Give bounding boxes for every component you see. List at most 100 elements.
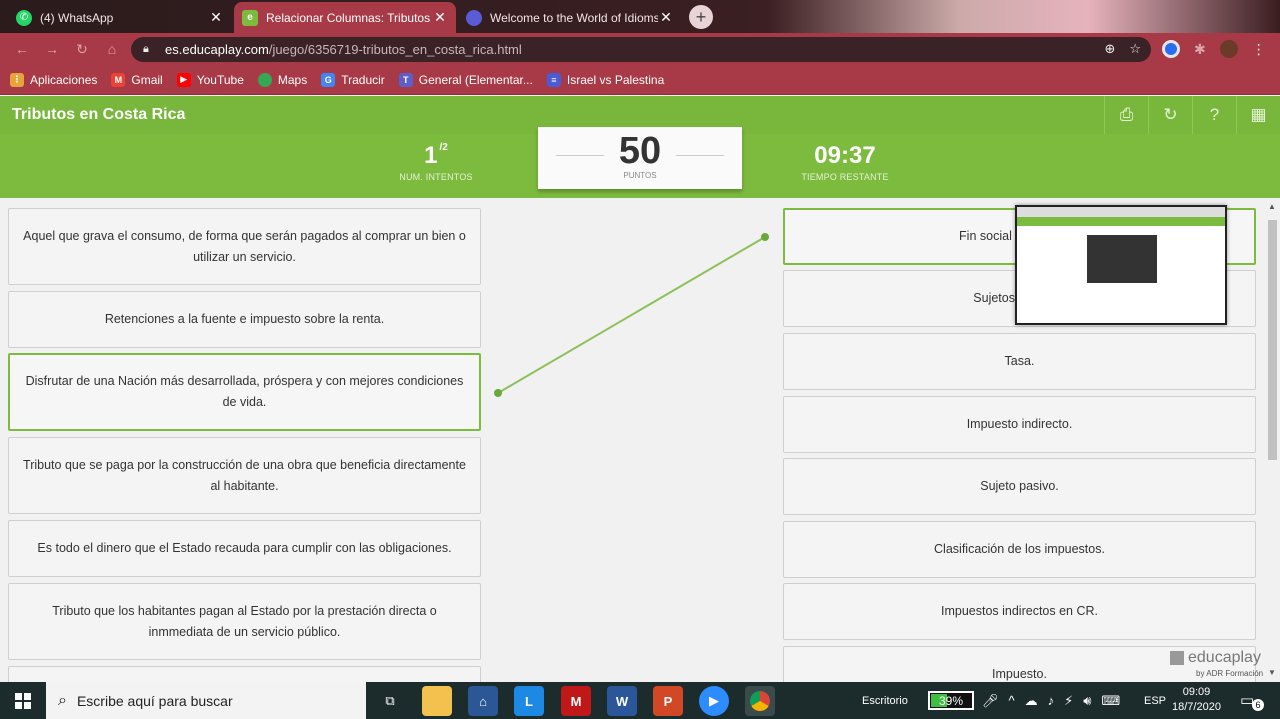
score-value: 50 [618, 130, 662, 172]
chevron-up-icon[interactable]: ^ [1009, 693, 1015, 708]
bookmark-label: YouTube [196, 72, 244, 87]
forms-icon: ≡ [546, 72, 561, 87]
attempts-counter: 1/2 NUM. INTENTOS [396, 142, 476, 182]
scroll-up-icon[interactable]: ▲ [1268, 202, 1276, 211]
screenshot-preview[interactable] [1015, 205, 1227, 325]
microphone-icon[interactable]: ♪ [1048, 693, 1055, 708]
new-tab-button[interactable]: + [689, 5, 713, 29]
print-icon[interactable]: ⎙ [1104, 96, 1148, 134]
educaplay-logo-icon [1170, 650, 1184, 665]
brand-name: educaplay [1188, 649, 1261, 666]
divider [676, 155, 724, 156]
task-view-icon[interactable]: ⧉ [375, 686, 405, 716]
restart-icon[interactable]: ↻ [1148, 96, 1192, 134]
clock-date: 18/7/2020 [1172, 701, 1221, 713]
bookmark-label: General (Elementar... [418, 72, 533, 87]
right-item[interactable]: Impuestos indirectos en CR. [783, 583, 1256, 640]
network-icon[interactable]: ☁ [1025, 693, 1038, 709]
tab-educaplay[interactable]: e Relacionar Columnas: Tributos en ✕ [234, 2, 456, 33]
attempts-value: 1 [424, 142, 438, 169]
notification-icon[interactable]: ▭ 6 [1240, 691, 1264, 711]
keyboard-icon[interactable]: ⌨ [1101, 693, 1120, 709]
bookmark-apps[interactable]: ⋮ Aplicaciones [10, 72, 98, 87]
bookmark-label: Gmail [131, 72, 163, 87]
desktop-label[interactable]: Escritorio [862, 682, 908, 719]
windows-start-icon[interactable] [0, 682, 46, 719]
powerpoint-icon[interactable]: P [653, 686, 683, 716]
gmail-icon: M [111, 72, 126, 87]
time-value: 09:37 [814, 142, 876, 169]
mic-icon[interactable]: 🎤︎ [982, 693, 999, 709]
url-host: es.educaplay.com [165, 42, 269, 57]
bookmarks-bar: ⋮ Aplicaciones M Gmail ▶ YouTube Maps G Trad… [0, 65, 1280, 95]
scroll-down-icon[interactable]: ▼ [1268, 668, 1276, 677]
zoom-app-icon[interactable]: ▶ [699, 686, 729, 716]
extension-icon[interactable] [1162, 40, 1180, 58]
home-icon[interactable]: ⌂ [104, 41, 120, 57]
notification-count: 6 [1252, 699, 1264, 711]
connection-dot[interactable] [494, 389, 502, 397]
close-tab-icon[interactable]: ✕ [658, 9, 674, 26]
educaplay-logo[interactable]: educaplay by ADR Formación [1170, 649, 1263, 678]
volume-icon[interactable]: 🔊︎ [1083, 693, 1091, 709]
l-app-icon[interactable]: L [514, 686, 544, 716]
preview-bar [1017, 207, 1225, 217]
connection-dot[interactable] [761, 233, 769, 241]
right-item[interactable]: Tasa. [783, 333, 1256, 390]
scrollbar[interactable]: ▲ ▼ [1265, 198, 1280, 682]
close-tab-icon[interactable]: ✕ [208, 9, 224, 26]
back-icon[interactable]: ← [14, 41, 30, 57]
power-icon[interactable]: ⚡ [1064, 693, 1073, 709]
zoom-icon[interactable]: ⊕ [1104, 41, 1115, 57]
right-item[interactable]: Impuesto indirecto. [783, 396, 1256, 453]
bookmark-maps[interactable]: Maps [257, 72, 307, 87]
divider [556, 155, 604, 156]
store-icon[interactable]: ⌂ [468, 686, 498, 716]
attempts-label: NUM. INTENTOS [399, 172, 473, 182]
tray-icons: 🎤︎ ^ ☁ ♪ ⚡ 🔊︎ ⌨ [982, 682, 1120, 719]
language-indicator[interactable]: ESP [1144, 682, 1166, 719]
bookmark-star-icon[interactable]: ☆ [1129, 41, 1141, 57]
bookmark-gmail[interactable]: M Gmail [111, 72, 163, 87]
bookmark-label: Aplicaciones [30, 72, 98, 87]
bookmark-translate[interactable]: G Traducir [321, 72, 385, 87]
search-placeholder: Escribe aquí para buscar [76, 692, 233, 709]
bookmark-israel[interactable]: ≡ Israel vs Palestina [546, 72, 665, 87]
clock[interactable]: 09:09 18/7/2020 [1172, 685, 1221, 715]
right-item[interactable]: Clasificación de los impuestos. [783, 521, 1256, 578]
tab-title: Relacionar Columnas: Tributos en [266, 10, 432, 25]
tab-idioms[interactable]: Welcome to the World of Idioms ✕ [458, 2, 682, 33]
browser-tab-bar: ✆ (4) WhatsApp ✕ e Relacionar Columnas: … [0, 0, 1280, 33]
forward-icon[interactable]: → [44, 41, 60, 57]
time-remaining: 09:37 TIEMPO RESTANTE [800, 142, 890, 182]
scroll-thumb[interactable] [1268, 220, 1277, 460]
battery-percent: 39% [938, 693, 964, 708]
tab-whatsapp[interactable]: ✆ (4) WhatsApp ✕ [8, 2, 232, 33]
bookmark-label: Israel vs Palestina [566, 72, 665, 87]
chrome-icon[interactable] [745, 686, 775, 716]
game-title: Tributos en Costa Rica [12, 106, 186, 123]
address-bar[interactable]: 🔒︎ es.educaplay.com/juego/6356719-tribut… [131, 37, 1151, 62]
taskbar-search[interactable]: ⌕ Escribe aquí para buscar [46, 682, 366, 719]
reload-icon[interactable]: ↻ [74, 41, 90, 57]
url-path: /juego/6356719-tributos_en_costa_rica.ht… [268, 42, 522, 57]
menu-icon[interactable]: ⋮ [1252, 41, 1266, 58]
search-icon: ⌕ [58, 691, 67, 709]
battery-indicator[interactable]: 39% [928, 691, 974, 710]
windows-taskbar: ⌕ Escribe aquí para buscar ⧉ ⌂ L M W P ▶… [0, 682, 1280, 719]
bookmark-youtube[interactable]: ▶ YouTube [176, 72, 244, 87]
right-item[interactable]: Sujeto pasivo. [783, 458, 1256, 515]
lock-icon: 🔒︎ [143, 43, 149, 55]
word-icon[interactable]: W [607, 686, 637, 716]
bookmark-general[interactable]: T General (Elementar... [398, 72, 533, 87]
mcafee-icon[interactable]: M [561, 686, 591, 716]
preview-header [1017, 217, 1225, 226]
help-icon[interactable]: ? [1192, 96, 1236, 134]
bookmark-label: Traducir [341, 72, 385, 87]
close-tab-icon[interactable]: ✕ [432, 9, 448, 26]
brand-sub: by ADR Formación [1196, 669, 1264, 678]
extensions-puzzle-icon[interactable]: ✱ [1194, 41, 1206, 58]
avatar[interactable] [1219, 40, 1238, 58]
file-explorer-icon[interactable] [422, 686, 452, 716]
grid-icon[interactable]: ▦ [1236, 96, 1280, 134]
